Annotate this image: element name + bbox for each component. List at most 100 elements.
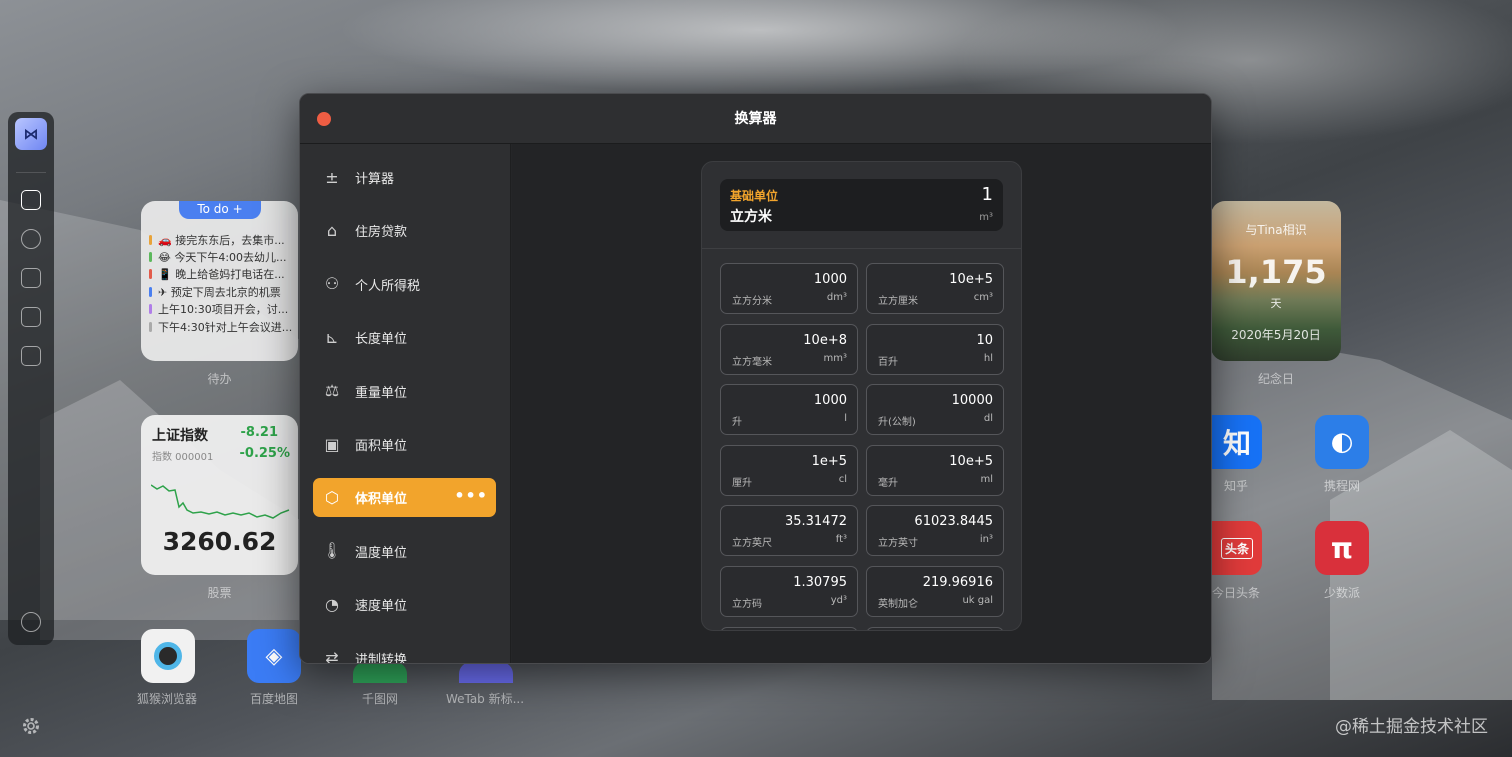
todo-item[interactable]: ✈ 预定下周去北京的机票 bbox=[149, 283, 294, 300]
unit-value[interactable]: 61023.8445 bbox=[914, 514, 993, 529]
unit-cell[interactable]: 10e+8 立方毫米 mm³ bbox=[720, 323, 858, 375]
sidebar-item-label: 面积单位 bbox=[355, 439, 408, 454]
area-icon: ▣ bbox=[324, 434, 340, 454]
zhihu-icon: 知 bbox=[1222, 427, 1251, 460]
cube-icon: ⬡ bbox=[325, 487, 339, 507]
todo-item[interactable]: 📱 晚上给爸妈打电话在... bbox=[149, 266, 294, 283]
compass-icon[interactable] bbox=[21, 229, 41, 249]
unit-name: 英制加仑 bbox=[878, 599, 918, 610]
app-toutiao[interactable]: 头条 bbox=[1212, 521, 1262, 575]
base-unit-box[interactable]: 基础单位 立方米 1 m³ bbox=[720, 179, 1003, 231]
unit-value[interactable]: 10000 bbox=[952, 393, 993, 408]
unit-value[interactable]: 1e+5 bbox=[812, 454, 847, 469]
bag-icon[interactable] bbox=[21, 307, 41, 327]
app-zhihu[interactable]: 知 bbox=[1212, 415, 1262, 469]
unit-cell[interactable]: 10e+5 立方厘米 cm³ bbox=[866, 263, 1004, 314]
unit-value[interactable]: 35.31472 bbox=[785, 514, 847, 529]
sidebar-item-label: 进制转换 bbox=[355, 652, 408, 664]
unit-value[interactable]: 10 bbox=[976, 333, 993, 348]
unit-symbol: dl bbox=[983, 413, 993, 425]
stock-sparkline bbox=[151, 484, 290, 519]
sidebar-item-3[interactable]: ⚇ 个人所得税 bbox=[313, 265, 496, 304]
todo-item[interactable]: 下午4:30针对上午会议进... bbox=[149, 318, 294, 335]
unit-name: 立方厘米 bbox=[878, 296, 918, 307]
more-options-icon[interactable]: ••• bbox=[454, 486, 488, 505]
todo-item-text: 下午4:30针对上午会议进... bbox=[158, 320, 293, 334]
todo-color-tag bbox=[149, 234, 152, 245]
converter-sidebar: ± 计算器 ⌂ 住房贷款 ⚇ 个人所得税 ⊾ 长度单位 ⚖ 重量单位 ▣ 面积单位 ⬡ 体积单位 ••• 🌡 温… bbox=[300, 144, 511, 664]
todo-item[interactable]: 上午10:30项目开会，讨... bbox=[149, 301, 294, 318]
todo-color-tag bbox=[149, 304, 152, 315]
unit-cell-partial[interactable] bbox=[720, 626, 858, 630]
unit-name: 升 bbox=[732, 417, 742, 429]
unit-symbol: dm³ bbox=[826, 292, 847, 303]
unit-cell[interactable]: 10 百升 hl bbox=[866, 323, 1004, 375]
left-dock: ⋈ bbox=[8, 112, 54, 645]
app-wetab[interactable] bbox=[459, 662, 513, 683]
store-icon[interactable] bbox=[21, 268, 41, 288]
unit-cell[interactable]: 1e+5 厘升 cl bbox=[720, 444, 858, 496]
house-loan-icon: ⌂ bbox=[326, 220, 338, 240]
unit-cell-partial[interactable] bbox=[866, 626, 1004, 630]
sidebar-item-8[interactable]: 🌡 温度单位 bbox=[313, 532, 496, 571]
unit-cell[interactable]: 10e+5 毫升 ml bbox=[866, 444, 1004, 496]
unit-cell[interactable]: 1000 立方分米 dm³ bbox=[720, 263, 858, 314]
unit-cell[interactable]: 35.31472 立方英尺 ft³ bbox=[720, 505, 858, 557]
todo-item[interactable]: 😂 今天下午4:00去幼儿... bbox=[149, 248, 294, 265]
unit-symbol: ml bbox=[980, 473, 993, 485]
app-label: 百度地图 bbox=[249, 692, 298, 706]
app-logo-icon[interactable]: ⋈ bbox=[15, 118, 47, 150]
base-unit-value[interactable]: 1 bbox=[982, 184, 993, 205]
sidebar-item-2[interactable]: ⌂ 住房贷款 bbox=[313, 211, 496, 250]
sidebar-item-1[interactable]: ± 计算器 bbox=[313, 158, 496, 197]
todo-item[interactable]: 🚗 接完东东后，去集市... bbox=[149, 231, 294, 248]
add-icon[interactable] bbox=[21, 612, 41, 632]
settings-gear-icon[interactable] bbox=[21, 716, 41, 736]
sidebar-item-10[interactable]: ⇄ 进制转换 bbox=[313, 639, 496, 664]
toutiao-icon: 头条 bbox=[1220, 537, 1253, 559]
sidebar-item-6[interactable]: ▣ 面积单位 bbox=[313, 425, 496, 464]
app-sspai[interactable]: π bbox=[1315, 521, 1369, 575]
sidebar-item-9[interactable]: ◔ 速度单位 bbox=[313, 585, 496, 624]
ruler-icon: ⊾ bbox=[325, 327, 339, 347]
app-lemur-browser[interactable] bbox=[141, 629, 195, 683]
unit-value[interactable]: 1000 bbox=[814, 393, 847, 408]
app-qiantu[interactable] bbox=[353, 662, 407, 683]
converter-content: 基础单位 立方米 1 m³ 1000 立方分米 dm³ 10e+5 立方厘米 cm³ 10e… bbox=[512, 144, 1211, 663]
gamepad-icon[interactable] bbox=[21, 346, 41, 366]
dolphin-icon: ◐ bbox=[1330, 427, 1354, 457]
unit-value[interactable]: 1.30795 bbox=[793, 575, 847, 590]
unit-value[interactable]: 10e+5 bbox=[949, 272, 993, 287]
unit-value[interactable]: 1000 bbox=[814, 272, 847, 287]
stock-widget[interactable]: 上证指数 指数 000001 -8.21 -0.25% 3260.62 bbox=[141, 415, 298, 575]
unit-cell[interactable]: 1000 升 l bbox=[720, 384, 858, 436]
stock-name: 上证指数 bbox=[152, 428, 208, 444]
unit-value[interactable]: 10e+8 bbox=[803, 333, 847, 348]
app-ctrip[interactable]: ◐ bbox=[1315, 415, 1369, 469]
home-icon[interactable] bbox=[21, 190, 41, 210]
unit-value[interactable]: 10e+5 bbox=[949, 454, 993, 469]
unit-cell[interactable]: 10000 升(公制) dl bbox=[866, 384, 1004, 436]
sidebar-item-4[interactable]: ⊾ 长度单位 bbox=[313, 318, 496, 357]
close-button[interactable] bbox=[317, 112, 331, 126]
base-convert-icon: ⇄ bbox=[325, 648, 339, 664]
calculator-icon: ± bbox=[325, 167, 339, 187]
sidebar-item-label: 重量单位 bbox=[355, 385, 408, 401]
unit-name: 升(公制) bbox=[878, 417, 916, 429]
unit-cell[interactable]: 219.96916 英制加仑 uk gal bbox=[866, 566, 1004, 617]
unit-name: 立方码 bbox=[732, 599, 762, 610]
unit-symbol: cl bbox=[838, 473, 847, 485]
app-baidu-map[interactable]: ◈ bbox=[247, 629, 301, 683]
sidebar-item-7[interactable]: ⬡ 体积单位 ••• bbox=[313, 478, 496, 518]
todo-tab[interactable]: To do + bbox=[179, 201, 261, 219]
todo-item-text: 😂 今天下午4:00去幼儿... bbox=[158, 251, 287, 265]
todo-widget[interactable]: To do + 🚗 接完东东后，去集市... 😂 今天下午4:00去幼儿... 📱 … bbox=[141, 201, 298, 361]
unit-cell[interactable]: 61023.8445 立方英寸 in³ bbox=[866, 505, 1004, 557]
sidebar-item-label: 计算器 bbox=[355, 172, 395, 187]
unit-value[interactable]: 219.96916 bbox=[923, 575, 993, 590]
sidebar-item-5[interactable]: ⚖ 重量单位 bbox=[313, 372, 496, 411]
anniversary-widget[interactable]: 与Tina相识 1,175 天 2020年5月20日 bbox=[1211, 201, 1341, 361]
stock-percent: -0.25% bbox=[239, 446, 291, 461]
unit-cell[interactable]: 1.30795 立方码 yd³ bbox=[720, 566, 858, 617]
todo-color-tag bbox=[149, 286, 152, 297]
